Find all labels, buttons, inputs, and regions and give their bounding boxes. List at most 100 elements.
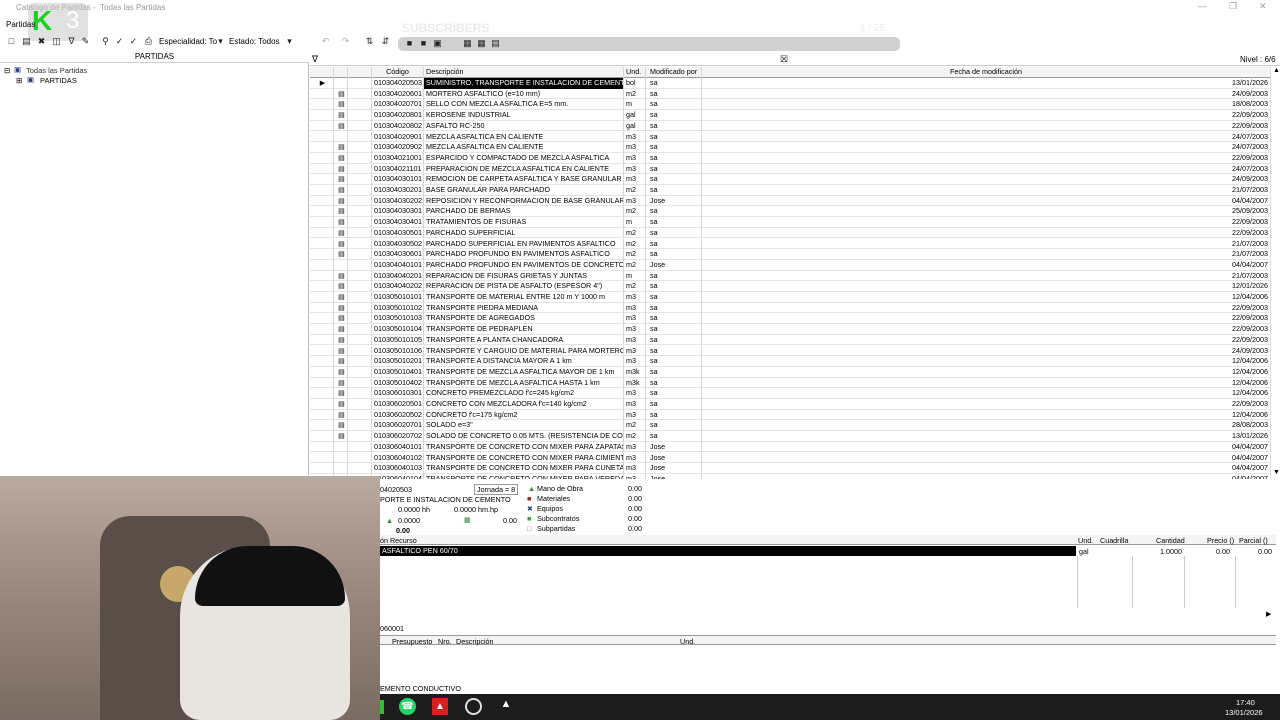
table-row[interactable]: ▤ 010305010106 TRANSPORTE Y CARGUIO DE MAT… [310, 345, 1270, 357]
jornada-field[interactable]: Jornada = 8 [474, 484, 519, 495]
close-icon[interactable]: ✕ [1259, 1, 1267, 12]
delete-icon[interactable]: ✖ [36, 36, 47, 47]
tool-c-icon[interactable]: ▣ [432, 38, 443, 49]
new-icon[interactable]: □ [6, 36, 17, 47]
scroll-right-icon[interactable]: ▶ [1266, 609, 1272, 618]
menu-partidas[interactable]: Partidas [6, 20, 35, 29]
table-row[interactable]: ▤ 010305010101 TRANSPORTE DE MATERIAL ENTR… [310, 292, 1270, 303]
recurso-row[interactable]: ASFALTICO PEN 60/70 gal 1.0000 0.00 0.00 [380, 546, 1276, 556]
row-indicator [310, 324, 334, 335]
table-row[interactable]: ▶ 010304020503 SUMINISTRO, TRANSPORTE E IN… [310, 78, 1270, 89]
clear-filter-icon[interactable]: ☒ [780, 54, 788, 65]
table-row[interactable]: 010306040102 TRANSPORTE DE CONCRETO CON M… [310, 452, 1270, 464]
print-icon[interactable]: ⎙ [143, 36, 154, 47]
cell-descripcion: PARCHADO DE BERMAS [424, 206, 624, 218]
table-row[interactable]: ▤ 010304030101 REMOCION DE CARPETA ASFALTI… [310, 174, 1270, 185]
tree-expand-icon[interactable]: ⊞ [16, 76, 22, 85]
table-row[interactable]: ▤ 010304030301 PARCHADO DE BERMAS m2 sa 25/09… [310, 206, 1270, 218]
check2-icon[interactable]: ✓ [128, 36, 139, 47]
col-codigo[interactable]: Código [372, 67, 424, 78]
copy-icon[interactable]: ◫ [51, 36, 62, 47]
tree-item-partidas[interactable]: PARTIDAS [40, 76, 77, 85]
redo-icon[interactable]: ↷ [340, 36, 351, 47]
col-modificado[interactable]: Modificado por [646, 67, 702, 78]
sort-desc-icon[interactable]: ⇵ [380, 36, 391, 47]
filter-icon[interactable]: ∇ [66, 36, 77, 47]
col-fecha[interactable]: Fecha de modificación [702, 67, 1270, 78]
table-row[interactable]: ▤ 010305010401 TRANSPORTE DE MEZCLA ASFALT… [310, 366, 1270, 378]
table-row[interactable]: ▤ 010304021101 PREPARACION DE MEZCLA ASFAL… [310, 163, 1270, 175]
table-row[interactable]: ▤ 010306020502 CONCRETO f'c=175 kg/cm2 m3 sa… [310, 409, 1270, 421]
table-row[interactable]: ▤ 010305010102 TRANSPORTE PIEDRA MEDIANA m3… [310, 302, 1270, 314]
tool-f-icon[interactable]: ▤ [490, 38, 501, 49]
table-row[interactable]: ▤ 010304030601 PARCHADO PROFUNDO EN PAVIME… [310, 249, 1270, 260]
cell-codigo: 010304020901 [372, 131, 424, 143]
cell-codigo: 010304030501 [372, 227, 424, 239]
table-row[interactable]: ▤ 010306020701 SOLADO e=3" m2 sa 28/08/2003 [310, 420, 1270, 432]
tree-expand-icon[interactable]: ⊟ [4, 66, 10, 75]
table-row[interactable]: ▤ 010304020601 MORTERO ASFALTICO (e=10 mm)… [310, 88, 1270, 100]
chevron-down-icon[interactable]: ▾ [215, 36, 226, 47]
table-row[interactable]: ▤ 010304021001 ESPARCIDO Y COMPACTADO DE M… [310, 152, 1270, 164]
table-row[interactable]: ▤ 010304040202 REPARACION DE PISTA DE ASFA… [310, 281, 1270, 292]
table-row[interactable]: 010304040101 PARCHADO PROFUNDO EN PAVIMEN… [310, 259, 1270, 271]
whatsapp-icon[interactable]: ☎ [399, 698, 416, 715]
table-row[interactable]: 010304020901 MEZCLA ASFALTICA EN CALIENTE… [310, 131, 1270, 143]
table-row[interactable]: ▤ 010306010301 CONCRETO PREMEZCLADO f'c=24… [310, 388, 1270, 399]
check-icon[interactable]: ✓ [114, 36, 125, 47]
filter-icon[interactable]: ∇ [312, 54, 318, 65]
col-und[interactable]: Und. [624, 67, 646, 78]
sort-icon[interactable]: ⇅ [364, 36, 375, 47]
table-row[interactable]: ▤ 010304030502 PARCHADO SUPERFICIAL EN PAV… [310, 238, 1270, 250]
tool-b-icon[interactable]: ■ [418, 38, 429, 49]
scroll-down-icon[interactable]: ▼ [1273, 469, 1280, 476]
undo-icon[interactable]: ↶ [320, 36, 331, 47]
cell-und: m3 [624, 356, 646, 367]
table-row[interactable]: 010306040101 TRANSPORTE DE CONCRETO CON M… [310, 441, 1270, 453]
especialidad-select[interactable]: Especialidad: To [159, 37, 217, 48]
open-icon[interactable]: ▤ [21, 36, 32, 47]
breakdown-value: 0.00 [628, 514, 642, 523]
row-check [348, 441, 372, 453]
scroll-up-icon[interactable]: ▲ [1273, 67, 1280, 74]
detail-total: 0.00 [396, 526, 410, 535]
row-doc-icon: ▤ [334, 313, 348, 325]
s10-app-icon[interactable]: ▲ [498, 698, 514, 715]
table-row[interactable]: ▤ 010305010201 TRANSPORTE A DISTANCIA MAYO… [310, 356, 1270, 367]
table-row[interactable]: ▤ 010304030202 REPOSICION Y RECONFORMACION… [310, 195, 1270, 207]
table-row[interactable]: ▤ 010305010103 TRANSPORTE DE AGREGADOS m3 sa… [310, 313, 1270, 325]
minimize-icon[interactable]: — [1198, 1, 1207, 11]
tool-d-icon[interactable]: ▦ [462, 38, 473, 49]
edit-icon[interactable]: ✎ [80, 36, 91, 47]
estado-select[interactable]: Estado: Todos [229, 37, 280, 48]
chevron-down-icon[interactable]: ▾ [284, 36, 295, 47]
table-row[interactable]: ▤ 010304020802 ASFALTO RC-250 gal sa 22/09/20… [310, 120, 1270, 132]
table-row[interactable]: ▤ 010305010402 TRANSPORTE DE MEZCLA ASFALT… [310, 377, 1270, 389]
restore-icon[interactable]: ❐ [1229, 1, 1237, 12]
grid-scrollbar[interactable]: ▲ ▼ [1270, 67, 1280, 479]
search-icon[interactable]: ⚲ [100, 36, 111, 47]
table-row[interactable]: ▤ 010306020501 CONCRETO CON MEZCLADORA f'c… [310, 399, 1270, 410]
table-row[interactable]: ▤ 010306020702 SOLADO DE CONCRETO 0.05 MTS… [310, 431, 1270, 442]
table-row[interactable]: 010306040103 TRANSPORTE DE CONCRETO CON M… [310, 463, 1270, 474]
tool-e-icon[interactable]: ▦ [476, 38, 487, 49]
tree-item-todas[interactable]: Todas las Partidas [26, 66, 87, 75]
table-row[interactable]: ▤ 010304020902 MEZCLA ASFALTICA EN CALIENT… [310, 142, 1270, 153]
table-row[interactable]: ▤ 010305010104 TRANSPORTE DE PEDRAPLEN m3 sa… [310, 324, 1270, 335]
table-row[interactable]: 010306040104 TRANSPORTE DE CONCRETO CON M… [310, 473, 1270, 479]
pdf-icon[interactable]: ▲ [432, 698, 448, 715]
table-row[interactable]: ▤ 010305010105 TRANSPORTE A PLANTA CHANCAD… [310, 334, 1270, 346]
app-icon[interactable] [380, 700, 384, 714]
table-row[interactable]: ▤ 010304020701 SELLO CON MEZCLA ASFALTICA … [310, 99, 1270, 111]
table-row[interactable]: ▤ 010304030201 BASE GRANULAR PARA PARCHADO… [310, 185, 1270, 196]
table-row[interactable]: ▤ 010304030401 TRATAMIENTOS DE FISURAS m sa 2… [310, 217, 1270, 228]
tool-a-icon[interactable]: ■ [404, 38, 415, 49]
row-check [348, 463, 372, 474]
cell-descripcion: TRANSPORTE DE MATERIAL ENTRE 120 m Y 100… [424, 292, 624, 303]
row-doc-icon [334, 78, 348, 89]
table-row[interactable]: ▤ 010304030501 PARCHADO SUPERFICIAL m2 sa 22/… [310, 227, 1270, 239]
col-descripcion[interactable]: Descripción [424, 67, 624, 78]
table-row[interactable]: ▤ 010304020801 KEROSENE INDUSTRIAL gal sa 22/… [310, 110, 1270, 121]
table-row[interactable]: ▤ 010304040201 REPARACION DE FISURAS GRIET… [310, 270, 1270, 282]
chrome-icon[interactable] [465, 698, 482, 715]
